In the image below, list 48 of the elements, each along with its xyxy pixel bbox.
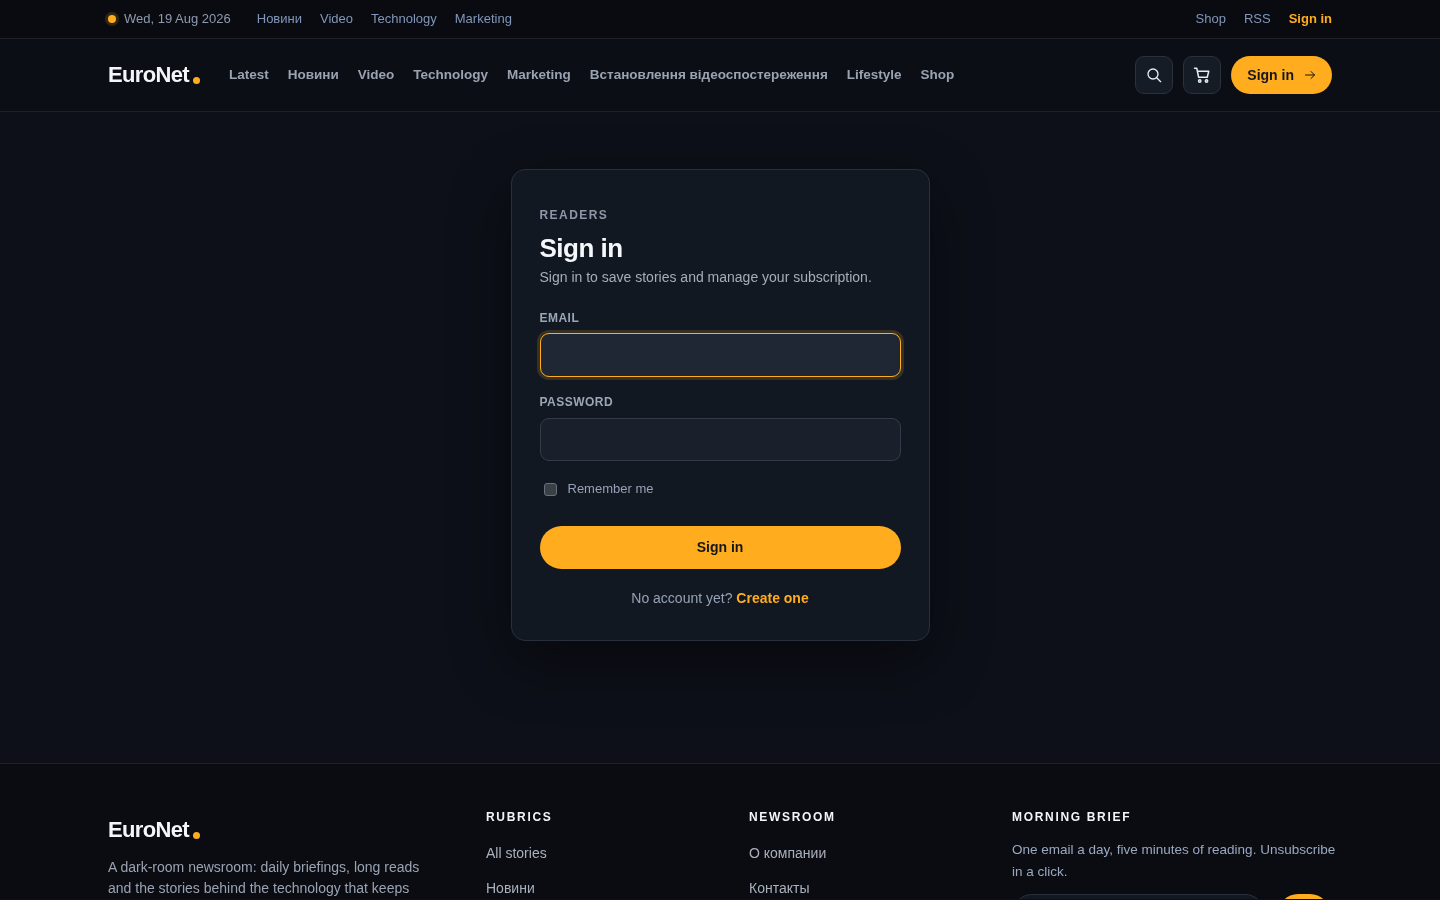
nav-link[interactable]: Technology xyxy=(413,64,489,86)
logo-dot-icon xyxy=(192,832,200,839)
nav-link[interactable]: Новини xyxy=(287,64,339,86)
site-logo[interactable]: EuroNet xyxy=(108,62,189,88)
status-dot-icon xyxy=(108,15,116,23)
nav-link[interactable]: Lifestyle xyxy=(846,64,902,86)
arrow-right-icon xyxy=(1304,69,1316,81)
sign-in-link[interactable]: Sign in xyxy=(1288,9,1332,29)
sign-in-button[interactable]: Sign in xyxy=(1231,56,1332,94)
footer-heading: MORNING BRIEF xyxy=(1012,809,1133,825)
footer-heading: NEWSROOM xyxy=(749,809,837,825)
nav-link[interactable]: Latest xyxy=(228,64,269,86)
eyebrow-label: READERS xyxy=(539,207,610,223)
field-label: EMAIL xyxy=(539,310,581,326)
signup-prompt: No account yet? Create one xyxy=(630,589,810,608)
remember-checkbox[interactable] xyxy=(543,482,557,496)
search-button[interactable] xyxy=(1135,56,1174,94)
cart-button[interactable] xyxy=(1183,56,1222,94)
nav-link[interactable]: Shop xyxy=(920,64,955,86)
card-title: Sign in xyxy=(539,232,624,264)
password-field[interactable] xyxy=(539,418,901,461)
top-nav-link[interactable]: Technology xyxy=(371,9,437,29)
top-nav-link[interactable]: Новини xyxy=(256,9,302,29)
email-field[interactable] xyxy=(539,333,901,377)
submit-button[interactable]: Sign in xyxy=(539,526,901,569)
field-label: PASSWORD xyxy=(539,394,615,410)
remember-label: Remember me xyxy=(567,480,654,499)
footer-link[interactable]: All stories xyxy=(486,843,749,863)
top-utility-link[interactable]: RSS xyxy=(1243,9,1271,29)
newsletter-text: One email a day, five minutes of reading. Unsubscribe in a click. xyxy=(1012,841,1337,881)
date-text: Wed, 19 Aug 2026 xyxy=(124,10,231,29)
nav-link[interactable]: Marketing xyxy=(507,64,571,86)
nav-link[interactable]: Встановлення відеоспостереження xyxy=(589,64,828,86)
logo-dot-icon xyxy=(192,77,200,84)
create-account-link[interactable]: Create one xyxy=(736,590,809,606)
card-subtitle: Sign in to save stories and manage your subscription. xyxy=(539,268,873,287)
footer-link[interactable]: О компании xyxy=(749,843,1012,863)
top-nav-link[interactable]: Video xyxy=(320,9,353,29)
top-utility-link[interactable]: Shop xyxy=(1195,9,1226,29)
footer-heading: RUBRICS xyxy=(486,809,554,825)
footer-link[interactable]: Контакты xyxy=(749,878,1012,898)
top-nav-link[interactable]: Marketing xyxy=(454,9,512,29)
footer-link[interactable]: Новини xyxy=(486,878,749,898)
cart-icon xyxy=(1193,66,1212,84)
footer-about-text: A dark-room newsroom: daily briefings, long reads and the stories behind the technology that keeps xyxy=(108,858,421,898)
nav-link[interactable]: Video xyxy=(357,64,395,86)
search-icon xyxy=(1146,67,1163,83)
footer-logo[interactable]: EuroNet xyxy=(108,817,189,843)
